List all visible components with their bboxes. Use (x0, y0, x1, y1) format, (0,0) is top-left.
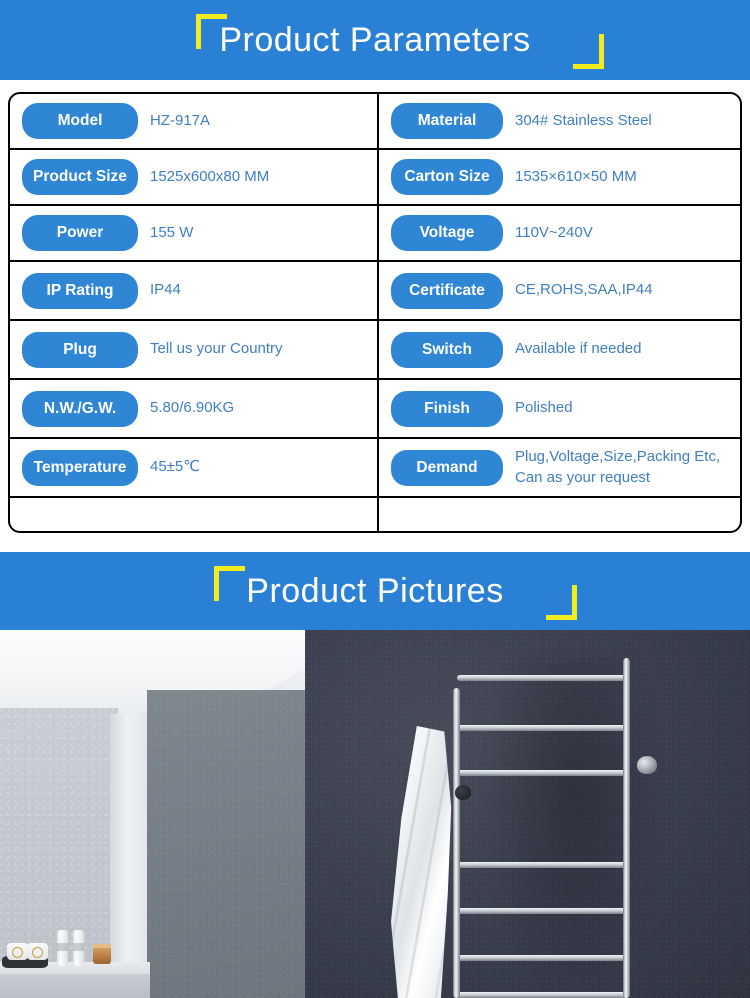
table-row: Voltage 110V~240V (379, 206, 740, 262)
param-label: Temperature (22, 449, 138, 486)
rack-rung (457, 992, 627, 998)
param-value: 304# Stainless Steel (515, 111, 652, 129)
parameters-right-column: Material 304# Stainless Steel Carton Siz… (379, 94, 740, 531)
table-row: Material 304# Stainless Steel (379, 94, 740, 150)
rack-rail-left (453, 688, 460, 998)
param-label: Material (391, 103, 503, 139)
table-row: Temperature 45±5℃ (10, 439, 377, 498)
param-value: HZ-917A (150, 111, 211, 129)
towel-ring-icon (32, 947, 43, 958)
table-row: Product Size 1525x600x80 MM (10, 150, 377, 206)
param-value: 45±5℃ (150, 458, 201, 476)
rack-rung (457, 908, 627, 914)
rack-shadow (483, 658, 663, 998)
product-parameters-title: Product Parameters (219, 21, 531, 59)
toiletry-bottle (57, 930, 68, 966)
table-row: Switch Available if needed (379, 321, 740, 380)
table-row: Plug Tell us your Country (10, 321, 377, 380)
counter-front (0, 974, 150, 998)
param-label: Power (22, 215, 138, 251)
product-pictures-title: Product Pictures (246, 572, 504, 610)
param-value: IP44 (150, 281, 181, 299)
param-label: Plug (22, 331, 138, 368)
param-label: Voltage (391, 215, 503, 251)
param-value: Polished (515, 399, 573, 417)
param-label: IP Rating (22, 272, 138, 309)
rack-rung (457, 955, 627, 961)
param-label: Carton Size (391, 159, 503, 195)
param-label: Certificate (391, 272, 503, 309)
wall-mount-bracket (455, 785, 471, 800)
table-filler (379, 498, 740, 531)
param-value: Available if needed (515, 340, 642, 358)
table-filler (10, 498, 377, 531)
table-row: Certificate CE,ROHS,SAA,IP44 (379, 262, 740, 321)
toiletry-bottle (73, 930, 84, 966)
table-row: IP Rating IP44 (10, 262, 377, 321)
corner-bracket-bottom-right-icon (573, 34, 604, 69)
param-value: 5.80/6.90KG (150, 399, 235, 417)
rolled-towel (27, 943, 48, 960)
bottle-label (57, 943, 68, 951)
table-row: N.W./G.W. 5.80/6.90KG (10, 380, 377, 439)
towel-ring-icon (12, 947, 23, 958)
table-row: Carton Size 1535×610×50 MM (379, 150, 740, 206)
table-row: Power 155 W (10, 206, 377, 262)
param-value: 1525x600x80 MM (150, 167, 270, 185)
rack-rung (457, 770, 627, 776)
amber-jar-lid (93, 944, 111, 948)
product-parameters-table: Model HZ-917A Product Size 1525x600x80 M… (8, 92, 742, 533)
param-value: 110V~240V (515, 223, 593, 241)
param-value: 1535×610×50 MM (515, 167, 637, 185)
wall-mount-bracket (637, 756, 657, 774)
table-row: Demand Plug,Voltage,Size,Packing Etc, Ca… (379, 439, 740, 498)
bottle-label (73, 943, 84, 951)
product-photos-row (0, 630, 750, 998)
wall-right-texture (147, 690, 305, 998)
param-label: Demand (391, 449, 503, 486)
product-pictures-banner: Product Pictures (0, 552, 750, 630)
param-label: Model (22, 103, 138, 139)
product-parameters-banner: Product Parameters (0, 0, 750, 80)
rack-rung (457, 675, 627, 681)
corner-bracket-top-left-icon (214, 566, 245, 601)
corner-bracket-bottom-right-icon (546, 585, 577, 620)
parameters-left-column: Model HZ-917A Product Size 1525x600x80 M… (10, 94, 379, 531)
stainless-steel-towel-rack-photo (305, 630, 750, 998)
param-value: CE,ROHS,SAA,IP44 (515, 281, 653, 299)
table-row: Finish Polished (379, 380, 740, 439)
table-row: Model HZ-917A (10, 94, 377, 150)
param-value: Tell us your Country (150, 340, 283, 358)
rack-rung (457, 725, 627, 731)
param-value: Plug,Voltage,Size,Packing Etc, Can as yo… (515, 448, 721, 486)
param-value: 155 W (150, 223, 194, 241)
param-label: Finish (391, 390, 503, 427)
rack-rung (457, 862, 627, 868)
rolled-towel (7, 943, 28, 960)
param-label: Product Size (22, 159, 138, 195)
amber-jar (93, 946, 111, 964)
wall-light-gap (110, 714, 148, 998)
bathroom-interior-photo (0, 630, 305, 998)
param-label: N.W./G.W. (22, 390, 138, 427)
param-label: Switch (391, 331, 503, 368)
rack-rail-right (623, 658, 630, 998)
